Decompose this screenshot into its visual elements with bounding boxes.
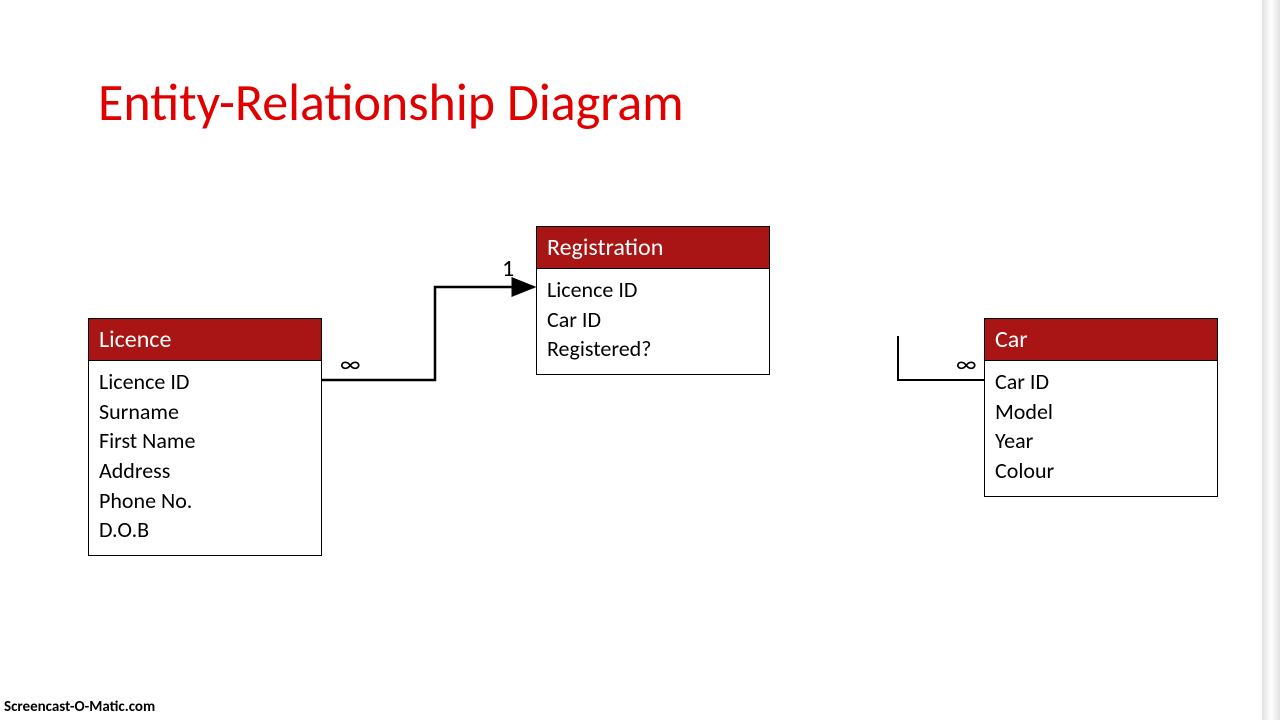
entity-registration: Registration Licence ID Car ID Registere… <box>536 226 770 375</box>
entity-registration-header: Registration <box>537 227 769 269</box>
entity-field: Registered? <box>547 334 759 364</box>
entity-licence: Licence Licence ID Surname First Name Ad… <box>88 318 322 556</box>
entity-car-header: Car <box>985 319 1217 361</box>
side-border-decoration <box>1262 0 1280 720</box>
cardinality-licence: ∞ <box>340 350 360 379</box>
entity-field: D.O.B <box>99 515 311 545</box>
entity-field: Model <box>995 397 1207 427</box>
entity-field: Car ID <box>995 367 1207 397</box>
entity-field: Year <box>995 426 1207 456</box>
page-title: Entity-Relationship Diagram <box>98 70 684 134</box>
entity-field: Phone No. <box>99 486 311 516</box>
footer-watermark: Screencast-O-Matic.com <box>4 698 155 716</box>
entity-field: Address <box>99 456 311 486</box>
entity-field: Surname <box>99 397 311 427</box>
entity-car: Car Car ID Model Year Colour <box>984 318 1218 497</box>
entity-field: First Name <box>99 426 311 456</box>
cardinality-car: ∞ <box>956 350 976 379</box>
entity-field: Car ID <box>547 305 759 335</box>
entity-field: Colour <box>995 456 1207 486</box>
cardinality-registration: 1 <box>502 254 514 283</box>
entity-field: Licence ID <box>99 367 311 397</box>
entity-licence-header: Licence <box>89 319 321 361</box>
entity-field: Licence ID <box>547 275 759 305</box>
entity-car-body: Car ID Model Year Colour <box>985 361 1217 496</box>
entity-registration-body: Licence ID Car ID Registered? <box>537 269 769 374</box>
entity-licence-body: Licence ID Surname First Name Address Ph… <box>89 361 321 555</box>
